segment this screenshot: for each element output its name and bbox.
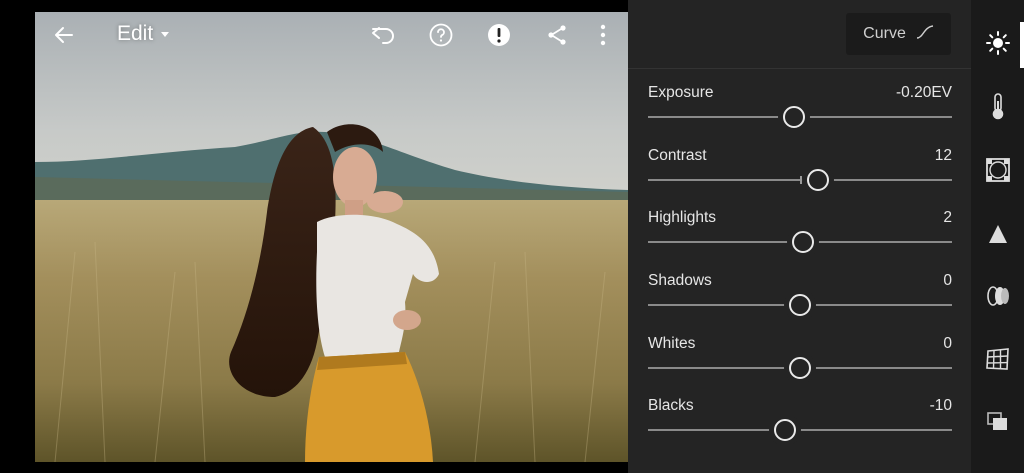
effects-vignette-icon: [985, 157, 1011, 188]
geometry-icon: [985, 347, 1011, 376]
undo-icon: [369, 23, 397, 47]
alert-button[interactable]: [483, 20, 515, 50]
rail-item-effects[interactable]: [971, 146, 1024, 198]
presets-icon: [986, 411, 1010, 438]
arrow-left-icon: [52, 23, 76, 47]
tool-rail: [971, 0, 1024, 473]
slider-value: 0: [943, 272, 952, 289]
slider-whites: Whites 0: [648, 335, 952, 391]
slider-value: -0.20EV: [895, 84, 952, 101]
slider-shadows: Shadows 0: [648, 272, 952, 328]
slider-value: 12: [934, 147, 952, 164]
slider-exposure: Exposure -0.20EV: [648, 84, 952, 140]
slider-blacks: Blacks -10: [648, 397, 952, 453]
slider-value: -10: [929, 397, 952, 414]
light-icon: [985, 30, 1011, 61]
share-icon: [545, 23, 569, 47]
edit-mode-dropdown[interactable]: Edit: [117, 22, 171, 46]
slider-label: Blacks: [648, 397, 694, 414]
back-button[interactable]: [49, 20, 79, 50]
more-options-button[interactable]: [591, 20, 615, 50]
rail-item-optics[interactable]: [971, 272, 1024, 324]
slider-highlights: Highlights 2: [648, 209, 952, 265]
slider-thumb[interactable]: [792, 231, 814, 253]
alert-circle-icon: [486, 22, 512, 48]
rail-item-geometry[interactable]: [971, 335, 1024, 387]
rail-item-presets[interactable]: [971, 398, 1024, 450]
caret-down-icon: [159, 22, 171, 46]
slider-label: Contrast: [648, 147, 707, 164]
slider-center-mark: [800, 176, 802, 184]
slider-track[interactable]: [648, 429, 952, 431]
slider-thumb[interactable]: [789, 294, 811, 316]
top-toolbar: Edit: [35, 12, 628, 58]
slider-thumb[interactable]: [783, 106, 805, 128]
curve-label: Curve: [863, 25, 906, 42]
slider-value: 0: [943, 335, 952, 352]
undo-button[interactable]: [367, 20, 399, 50]
share-button[interactable]: [541, 20, 573, 50]
slider-thumb[interactable]: [807, 169, 829, 191]
app-window: Edit Curve Exposure -0.20EV Contrast 12 …: [0, 0, 1024, 473]
slider-label: Exposure: [648, 84, 714, 101]
detail-icon: [987, 223, 1009, 250]
slider-contrast: Contrast 12: [648, 147, 952, 203]
light-adjust-panel: Curve Exposure -0.20EV Contrast 12 Highl…: [628, 0, 971, 473]
edit-mode-label: Edit: [117, 22, 154, 45]
slider-value: 2: [943, 209, 952, 226]
help-circle-icon: [428, 22, 454, 48]
curve-button[interactable]: Curve: [846, 13, 951, 55]
optics-icon: [985, 284, 1011, 313]
rail-item-color[interactable]: [971, 82, 1024, 134]
slider-thumb[interactable]: [789, 357, 811, 379]
panel-header: Curve: [628, 0, 971, 69]
photo-canvas[interactable]: [35, 12, 628, 462]
slider-label: Shadows: [648, 272, 712, 289]
tone-curve-icon: [916, 24, 934, 44]
color-temperature-icon: [988, 92, 1008, 125]
slider-thumb[interactable]: [774, 419, 796, 441]
slider-label: Highlights: [648, 209, 717, 226]
rail-item-detail[interactable]: [971, 210, 1024, 262]
rail-item-light[interactable]: [971, 19, 1024, 71]
help-button[interactable]: [425, 20, 457, 50]
slider-label: Whites: [648, 335, 696, 352]
photo-image: [35, 12, 628, 462]
more-vertical-icon: [599, 23, 607, 47]
